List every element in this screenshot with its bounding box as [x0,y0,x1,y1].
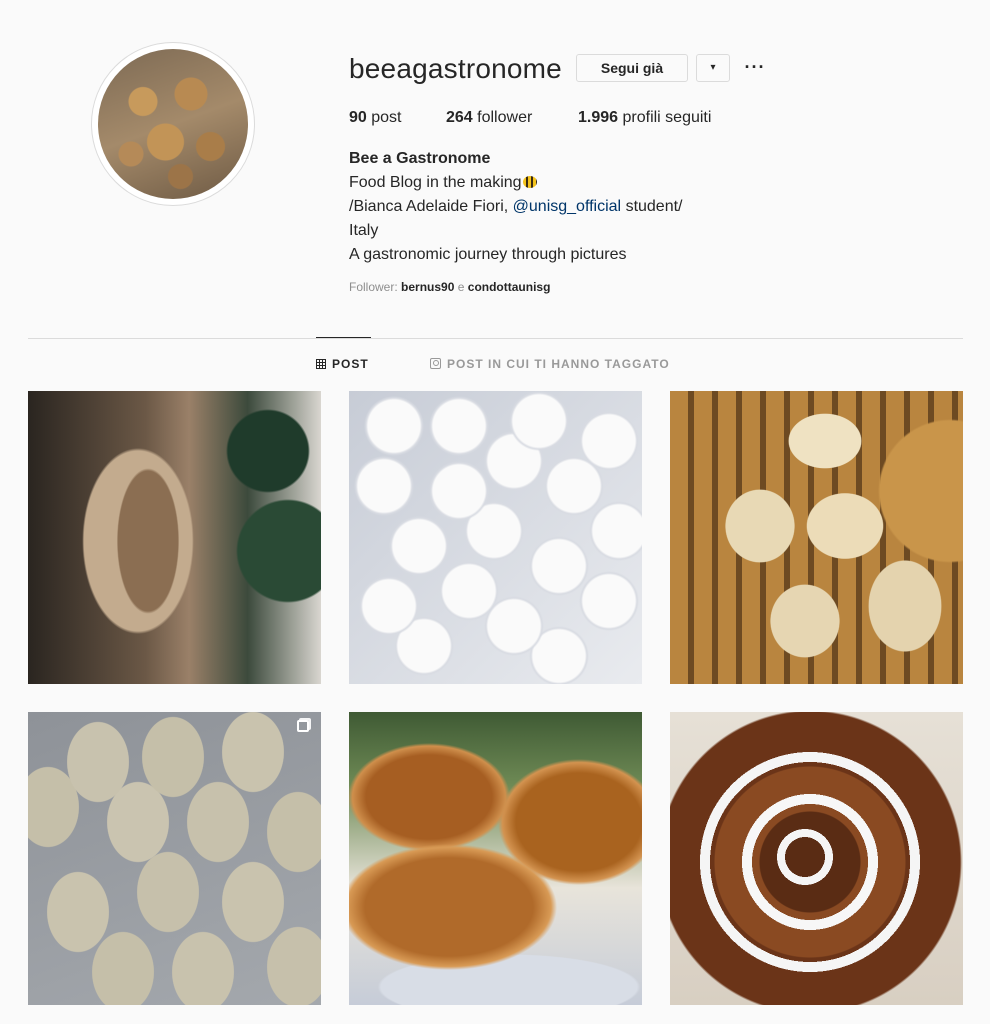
bio-line-4: A gastronomic journey through pictures [349,246,627,263]
posts-count: 90 post [349,108,402,128]
bee-emoji-icon [522,176,537,188]
tab-posts[interactable]: POST [316,357,369,372]
followers-count-value: 264 [446,109,473,126]
post-thumbnail-croissants[interactable] [349,712,642,1005]
post-thumbnail-dumplings-steamer[interactable] [670,391,963,684]
username: beeagastronome [349,53,562,84]
followers-count-label: follower [477,109,533,126]
posts-count-label: post [371,109,402,126]
bio-line-2-suffix: student/ [625,198,683,215]
bio-line-3: Italy [349,222,379,239]
carousel-icon [297,720,309,732]
more-options-button[interactable]: ··· [740,54,770,82]
bio-line-2: /Bianca Adelaide Fiori, @unisg_official … [349,197,683,217]
followers-count[interactable]: 264 follower [446,108,532,128]
bio-line-2-prefix: /Bianca Adelaide Fiori, [349,198,509,215]
avatar[interactable] [98,49,248,199]
followed-by-user-1[interactable]: bernus90 [401,280,454,294]
tagged-icon [430,358,441,369]
suggestions-dropdown-button[interactable]: ▾ [696,54,730,82]
followed-by-label: Follower: [349,280,398,294]
tab-tagged[interactable]: POST IN CUI TI HANNO TAGGATO [430,357,670,372]
followed-by-user-2[interactable]: condottaunisg [468,280,551,294]
post-thumbnail-bread[interactable] [28,391,321,684]
posts-count-value: 90 [349,109,367,126]
unisg-mention-link[interactable]: @unisg_official [513,198,621,215]
tab-posts-label: POST [332,357,369,371]
followed-by-conjunction: e [457,280,465,294]
post-thumbnail-gyoza[interactable] [28,712,321,1005]
tabs-divider [28,338,963,339]
post-thumbnail-cinnamon-roll[interactable] [670,712,963,1005]
following-count[interactable]: 1.996 profili seguiti [578,108,711,128]
followed-by: Follower: bernus90 e condottaunisg [349,280,550,294]
grid-icon [316,359,326,369]
following-button[interactable]: Segui già [576,54,688,82]
chevron-down-icon: ▾ [710,62,716,73]
following-count-value: 1.996 [578,109,619,126]
ellipsis-icon: ··· [744,57,766,77]
active-tab-indicator [316,337,371,338]
bio-line-1: Food Blog in the making [349,173,537,193]
post-thumbnail-ravioli[interactable] [349,391,642,684]
following-count-label: profili seguiti [622,109,712,126]
bio-line-1-text: Food Blog in the making [349,174,522,191]
tab-tagged-label: POST IN CUI TI HANNO TAGGATO [447,357,670,371]
bio-full-name: Bee a Gastronome [349,150,491,167]
